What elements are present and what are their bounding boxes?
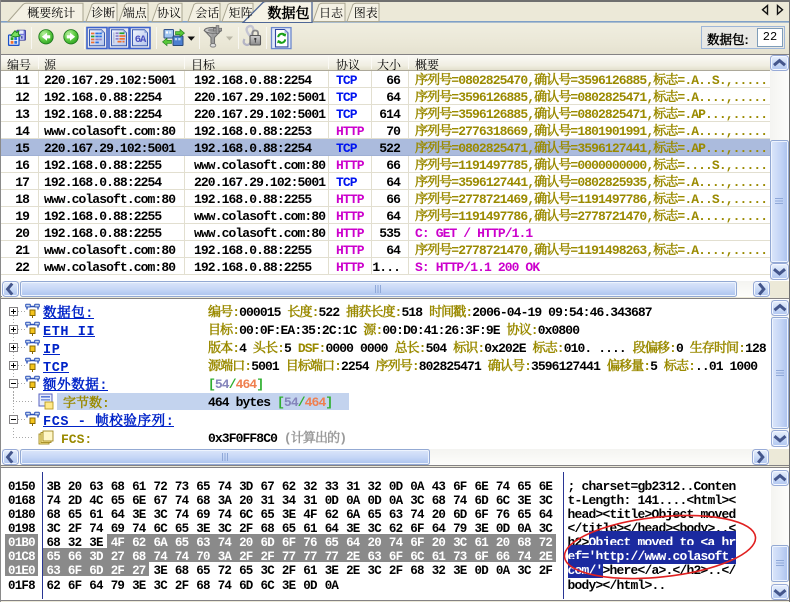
svg-text:6A: 6A	[135, 34, 147, 46]
